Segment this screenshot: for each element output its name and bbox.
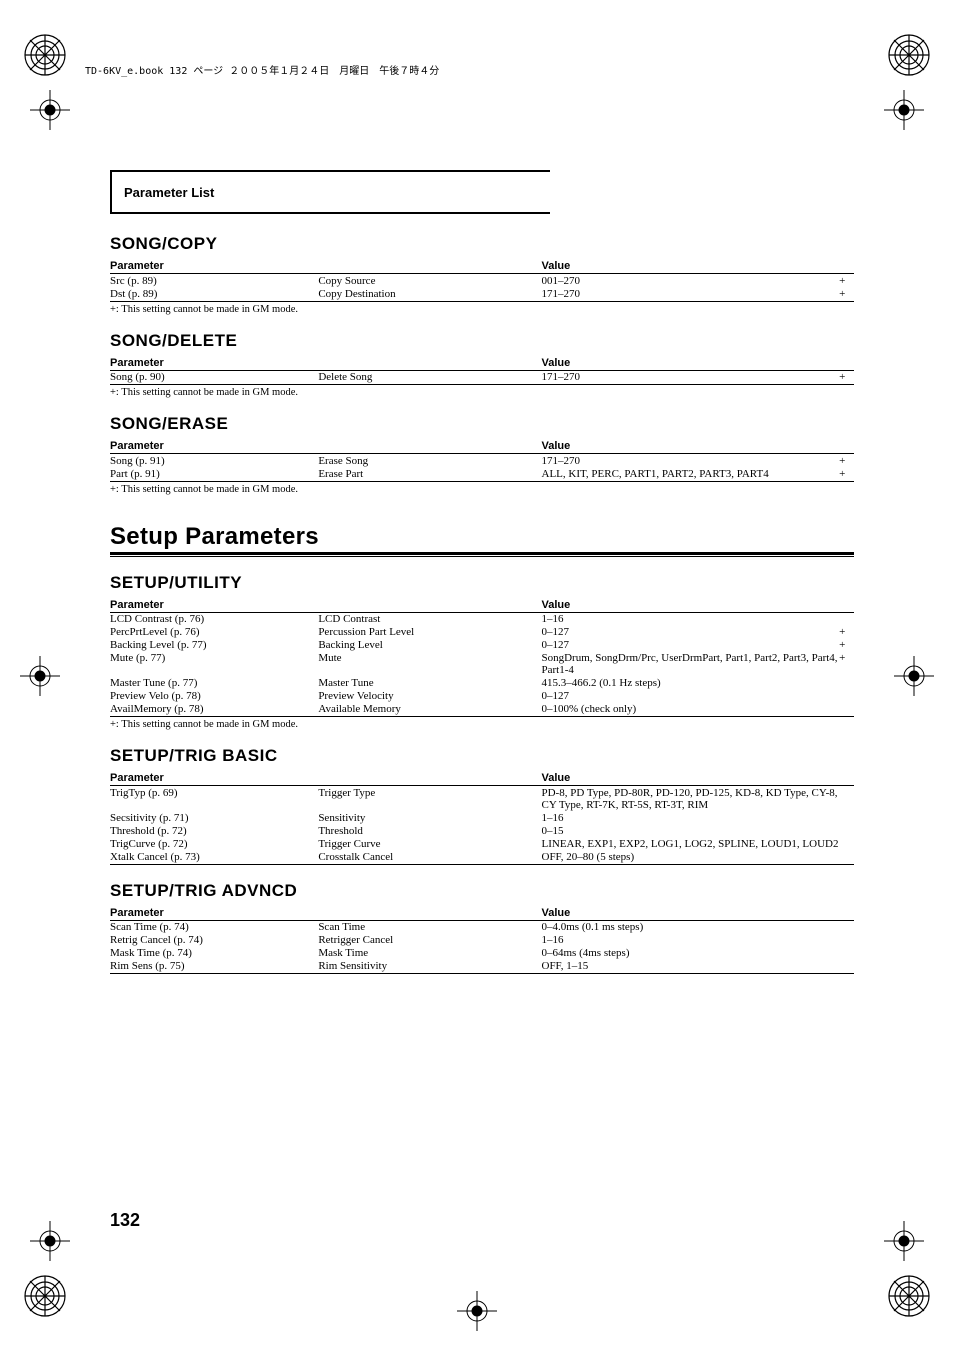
th-value: Value <box>542 355 840 371</box>
table-row: Preview Velo (p. 78)Preview Velocity0–12… <box>110 690 854 703</box>
print-registration-mark <box>884 30 934 80</box>
th-value: Value <box>542 905 840 921</box>
th-parameter: Parameter <box>110 258 318 274</box>
page-number: 132 <box>110 1210 140 1231</box>
table-row: PercPrtLevel (p. 76)Percussion Part Leve… <box>110 626 854 639</box>
table-row: Song (p. 90)Delete Song171–270+ <box>110 370 854 385</box>
th-parameter: Parameter <box>110 597 318 613</box>
crop-mark <box>457 1291 497 1331</box>
footnote: +: This setting cannot be made in GM mod… <box>110 304 854 315</box>
title-box-text: Parameter List <box>124 185 214 200</box>
table-row: Part (p. 91)Erase PartALL, KIT, PERC, PA… <box>110 467 854 481</box>
song-copy-table: Parameter Value Src (p. 89)Copy Source001… <box>110 258 854 302</box>
section-heading-song-copy: SONG/COPY <box>110 234 854 254</box>
th-parameter: Parameter <box>110 770 318 786</box>
crop-mark <box>884 90 924 130</box>
table-row: Retrig Cancel (p. 74)Retrigger Cancel1–1… <box>110 934 854 947</box>
print-registration-mark <box>20 1271 70 1321</box>
song-erase-table: Parameter Value Song (p. 91)Erase Song171… <box>110 438 854 482</box>
crop-mark <box>30 1221 70 1261</box>
table-row: Scan Time (p. 74)Scan Time0–4.0ms (0.1 m… <box>110 920 854 934</box>
title-box: Parameter List <box>110 170 550 214</box>
table-row: Dst (p. 89)Copy Destination171–270+ <box>110 287 854 301</box>
table-row: Rim Sens (p. 75)Rim SensitivityOFF, 1–15 <box>110 960 854 974</box>
table-row: TrigTyp (p. 69)Trigger TypePD-8, PD Type… <box>110 786 854 812</box>
print-registration-mark <box>20 30 70 80</box>
table-row: Master Tune (p. 77)Master Tune415.3–466.… <box>110 677 854 690</box>
table-row: Threshold (p. 72)Threshold0–15 <box>110 824 854 837</box>
table-row: Song (p. 91)Erase Song171–270+ <box>110 454 854 468</box>
section-heading-setup-parameters: Setup Parameters <box>110 523 854 555</box>
crop-mark <box>20 656 60 696</box>
table-row: Xtalk Cancel (p. 73)Crosstalk CancelOFF,… <box>110 850 854 864</box>
footnote: +: This setting cannot be made in GM mod… <box>110 484 854 495</box>
section-heading-song-erase: SONG/ERASE <box>110 414 854 434</box>
table-row: Mask Time (p. 74)Mask Time0–64ms (4ms st… <box>110 947 854 960</box>
th-parameter: Parameter <box>110 438 318 454</box>
footnote: +: This setting cannot be made in GM mod… <box>110 719 854 730</box>
page-content: Parameter List SONG/COPY Parameter Value … <box>0 60 954 1016</box>
th-value: Value <box>542 597 840 613</box>
print-header-text: TD-6KV_e.book 132 ページ ２００５年１月２４日 月曜日 午後７… <box>85 62 869 77</box>
th-value: Value <box>542 770 840 786</box>
table-row: Mute (p. 77)MuteSongDrum, SongDrm/Prc, U… <box>110 652 854 677</box>
crop-mark <box>884 1221 924 1261</box>
setup-utility-table: Parameter Value LCD Contrast (p. 76)LCD C… <box>110 597 854 718</box>
th-parameter: Parameter <box>110 355 318 371</box>
song-delete-table: Parameter Value Song (p. 90)Delete Song17… <box>110 355 854 386</box>
footnote: +: This setting cannot be made in GM mod… <box>110 387 854 398</box>
print-registration-mark <box>884 1271 934 1321</box>
crop-mark <box>894 656 934 696</box>
table-row: Secsitivity (p. 71)Sensitivity1–16 <box>110 811 854 824</box>
setup-trig-advncd-table: Parameter Value Scan Time (p. 74)Scan Tim… <box>110 905 854 975</box>
setup-trig-basic-table: Parameter Value TrigTyp (p. 69)Trigger Ty… <box>110 770 854 865</box>
section-heading-setup-trig-basic: SETUP/TRIG BASIC <box>110 746 854 766</box>
table-row: AvailMemory (p. 78)Available Memory0–100… <box>110 703 854 717</box>
divider <box>110 556 854 557</box>
table-row: LCD Contrast (p. 76)LCD Contrast1–16 <box>110 612 854 626</box>
th-value: Value <box>542 258 840 274</box>
table-row: Src (p. 89)Copy Source001–270+ <box>110 274 854 288</box>
table-row: Backing Level (p. 77)Backing Level0–127+ <box>110 639 854 652</box>
section-heading-song-delete: SONG/DELETE <box>110 331 854 351</box>
table-row: TrigCurve (p. 72)Trigger CurveLINEAR, EX… <box>110 837 854 850</box>
th-parameter: Parameter <box>110 905 318 921</box>
crop-mark <box>30 90 70 130</box>
section-heading-setup-utility: SETUP/UTILITY <box>110 573 854 593</box>
section-heading-setup-trig-advncd: SETUP/TRIG ADVNCD <box>110 881 854 901</box>
th-value: Value <box>542 438 840 454</box>
